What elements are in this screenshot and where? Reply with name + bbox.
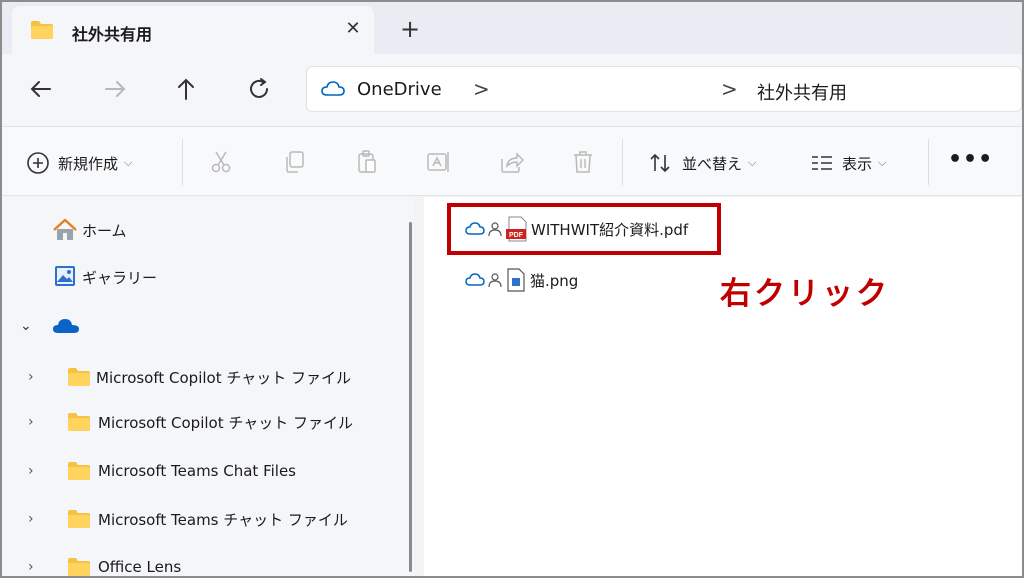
home-icon (53, 218, 77, 240)
sidebar-scrollbar[interactable] (409, 222, 412, 572)
rename-icon[interactable] (426, 149, 452, 175)
more-options-button[interactable]: ••• (948, 147, 993, 172)
breadcrumb-onedrive[interactable]: OneDrive (357, 79, 442, 100)
sort-button-label: 並べ替え (682, 154, 743, 173)
cloud-icon (321, 81, 345, 96)
chevron-down-icon: ⌵ (878, 156, 887, 169)
onedrive-cloud-icon (53, 319, 79, 333)
folder-icon (68, 368, 90, 386)
tab-bar: 社外共有用 ✕ + (2, 2, 1022, 54)
refresh-icon[interactable] (242, 72, 276, 106)
sidebar-item-label: Office Lens (98, 558, 182, 576)
sidebar-item-label: Microsoft Copilot チャット ファイル (96, 368, 351, 387)
back-arrow-icon[interactable] (24, 72, 58, 106)
new-tab-button[interactable]: + (396, 16, 424, 44)
sidebar-item-label: ホーム (82, 221, 127, 240)
file-item-png[interactable]: 猫.png (465, 267, 578, 293)
folder-icon (68, 558, 90, 576)
chevron-right-icon[interactable]: › (28, 559, 54, 575)
sort-button[interactable]: 並べ替え ⌵ (648, 149, 756, 177)
folder-icon (68, 462, 90, 480)
cut-icon[interactable] (208, 149, 234, 175)
command-bar: 新規作成 ⌵ 並べ替え ⌵ 表示 ⌵ ••• (2, 126, 1022, 196)
copy-icon[interactable] (282, 149, 308, 175)
list-view-icon (812, 156, 832, 170)
view-button-label: 表示 (842, 154, 873, 173)
gallery-icon (55, 266, 75, 286)
chevron-right-icon[interactable]: › (28, 414, 54, 430)
folder-icon (68, 510, 90, 528)
breadcrumb-separator[interactable]: > (721, 77, 738, 101)
share-icon[interactable] (498, 149, 524, 175)
sidebar-item-copilot-chat-files-1[interactable]: › Microsoft Copilot チャット ファイル (28, 364, 351, 390)
delete-icon[interactable] (570, 149, 596, 175)
folder-icon (31, 21, 53, 39)
add-circle-icon (27, 152, 49, 174)
folder-icon (68, 413, 90, 431)
image-file-icon (507, 268, 525, 292)
up-arrow-icon[interactable] (169, 72, 203, 106)
shared-person-icon (488, 273, 502, 288)
file-name: 猫.png (530, 271, 579, 290)
forward-arrow-icon[interactable] (98, 72, 132, 106)
sidebar-item-label: Microsoft Copilot チャット ファイル (98, 413, 353, 432)
new-button-label: 新規作成 (58, 154, 119, 173)
tab-shared-folder[interactable]: 社外共有用 ✕ (12, 6, 374, 54)
chevron-down-icon: ⌵ (124, 156, 133, 169)
sidebar-item-office-lens[interactable]: › Office Lens (28, 554, 182, 576)
chevron-right-icon[interactable]: › (28, 463, 54, 479)
sidebar-item-gallery[interactable]: ギャラリー (52, 264, 157, 290)
chevron-right-icon[interactable]: › (28, 369, 54, 385)
chevron-down-icon[interactable]: ⌄ (20, 318, 44, 334)
chevron-right-icon[interactable]: › (28, 511, 54, 527)
divider (622, 139, 623, 185)
cloud-status-icon (465, 273, 485, 286)
view-button[interactable]: 表示 ⌵ (810, 149, 886, 177)
chevron-down-icon: ⌵ (748, 156, 757, 169)
new-button[interactable]: 新規作成 ⌵ (26, 149, 132, 177)
file-explorer-window: 社外共有用 ✕ + OneDrive > > 社外共有用 新規作成 ⌵ 並べ替え… (0, 0, 1024, 578)
sort-icon (650, 153, 670, 173)
sidebar-item-teams-chat-files-jp[interactable]: › Microsoft Teams チャット ファイル (28, 506, 348, 532)
close-tab-icon[interactable]: ✕ (340, 16, 366, 42)
sidebar-item-home[interactable]: ホーム (52, 217, 127, 243)
divider (182, 139, 183, 185)
highlight-box (447, 203, 721, 255)
navigation-bar: OneDrive > > 社外共有用 (2, 54, 1022, 126)
sidebar-item-label: Microsoft Teams Chat Files (98, 462, 296, 480)
paste-icon[interactable] (354, 149, 380, 175)
annotation-right-click: 右クリック (720, 276, 890, 312)
breadcrumb-separator[interactable]: > (473, 77, 490, 101)
divider (928, 139, 929, 185)
sidebar-item-onedrive[interactable]: ⌄ (20, 313, 80, 339)
sidebar-item-copilot-chat-files-2[interactable]: › Microsoft Copilot チャット ファイル (28, 409, 353, 435)
breadcrumb-current-folder[interactable]: 社外共有用 (757, 79, 847, 105)
sidebar-item-label: ギャラリー (82, 268, 158, 287)
sidebar-item-label: Microsoft Teams チャット ファイル (98, 510, 348, 529)
sidebar-item-teams-chat-files[interactable]: › Microsoft Teams Chat Files (28, 458, 296, 484)
tab-title: 社外共有用 (72, 25, 153, 44)
address-bar[interactable]: OneDrive > > 社外共有用 (306, 66, 1022, 112)
